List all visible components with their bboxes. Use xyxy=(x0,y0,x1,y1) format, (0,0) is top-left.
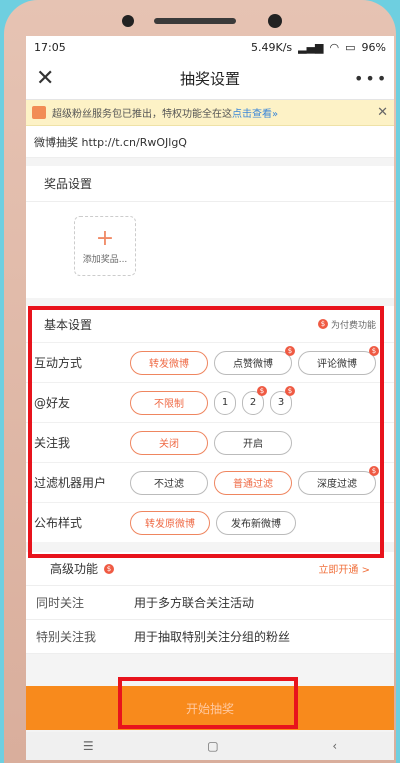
highlight-start-button xyxy=(118,677,298,729)
status-time: 17:05 xyxy=(34,40,66,54)
close-icon[interactable]: ✕ xyxy=(36,66,66,91)
notice-link[interactable]: 点击查看» xyxy=(232,105,278,120)
gift-icon xyxy=(32,106,46,119)
advanced-row-label: 同时关注 xyxy=(36,596,85,610)
more-icon[interactable]: ••• xyxy=(354,69,386,88)
status-bar: 17:05 5.49K/s ▂▄▆ ◠ ▭ 96% xyxy=(26,36,394,58)
title-bar: ✕ 抽奖设置 ••• xyxy=(26,58,394,100)
advanced-row-desc: 用于多方联合关注活动 xyxy=(134,596,255,610)
prize-section-title: 奖品设置 xyxy=(26,166,394,202)
advanced-title: 高级功能 xyxy=(50,562,99,576)
notice-banner: 超级粉丝服务包已推出，特权功能全在这 点击查看» ✕ xyxy=(26,100,394,126)
add-prize-label: 添加奖品... xyxy=(82,254,128,265)
notice-text: 超级粉丝服务包已推出，特权功能全在这 xyxy=(52,109,232,120)
advanced-section: 高级功能 $ 立即开通 > 同时关注 用于多方联合关注活动 特别关注我 用于抽取… xyxy=(26,552,394,654)
speaker xyxy=(154,18,236,24)
advanced-row[interactable]: 特别关注我 用于抽取特别关注分组的粉丝 xyxy=(26,620,394,654)
network-speed: 5.49K/s xyxy=(250,40,293,54)
advanced-row[interactable]: 同时关注 用于多方联合关注活动 xyxy=(26,586,394,620)
advanced-row-label: 特别关注我 xyxy=(36,630,97,644)
page-title: 抽奖设置 xyxy=(179,70,240,88)
battery-level: 96% xyxy=(361,40,386,54)
prize-section: 奖品设置 + 添加奖品... xyxy=(26,166,394,298)
wifi-icon: ◠ xyxy=(329,40,340,54)
front-camera xyxy=(268,14,282,28)
add-prize-button[interactable]: + 添加奖品... xyxy=(74,216,136,276)
battery-icon: ▭ xyxy=(345,40,356,54)
signal-icon: ▂▄▆ xyxy=(298,40,324,54)
weibo-url: 微博抽奖 http://t.cn/RwOJlgQ xyxy=(26,126,394,158)
paid-badge-icon: $ xyxy=(104,563,115,574)
advanced-row-desc: 用于抽取特别关注分组的粉丝 xyxy=(134,630,291,644)
highlight-basic-settings xyxy=(28,306,384,558)
close-notice-icon[interactable]: ✕ xyxy=(377,105,388,120)
back-icon[interactable]: ‹ xyxy=(332,739,337,753)
home-icon[interactable]: ▢ xyxy=(207,739,218,753)
nav-bar: ☰ ▢ ‹ xyxy=(26,732,394,760)
open-now-link[interactable]: 立即开通 > xyxy=(318,561,370,576)
sensor xyxy=(122,15,134,27)
menu-icon[interactable]: ☰ xyxy=(83,739,94,753)
plus-icon: + xyxy=(95,225,115,251)
